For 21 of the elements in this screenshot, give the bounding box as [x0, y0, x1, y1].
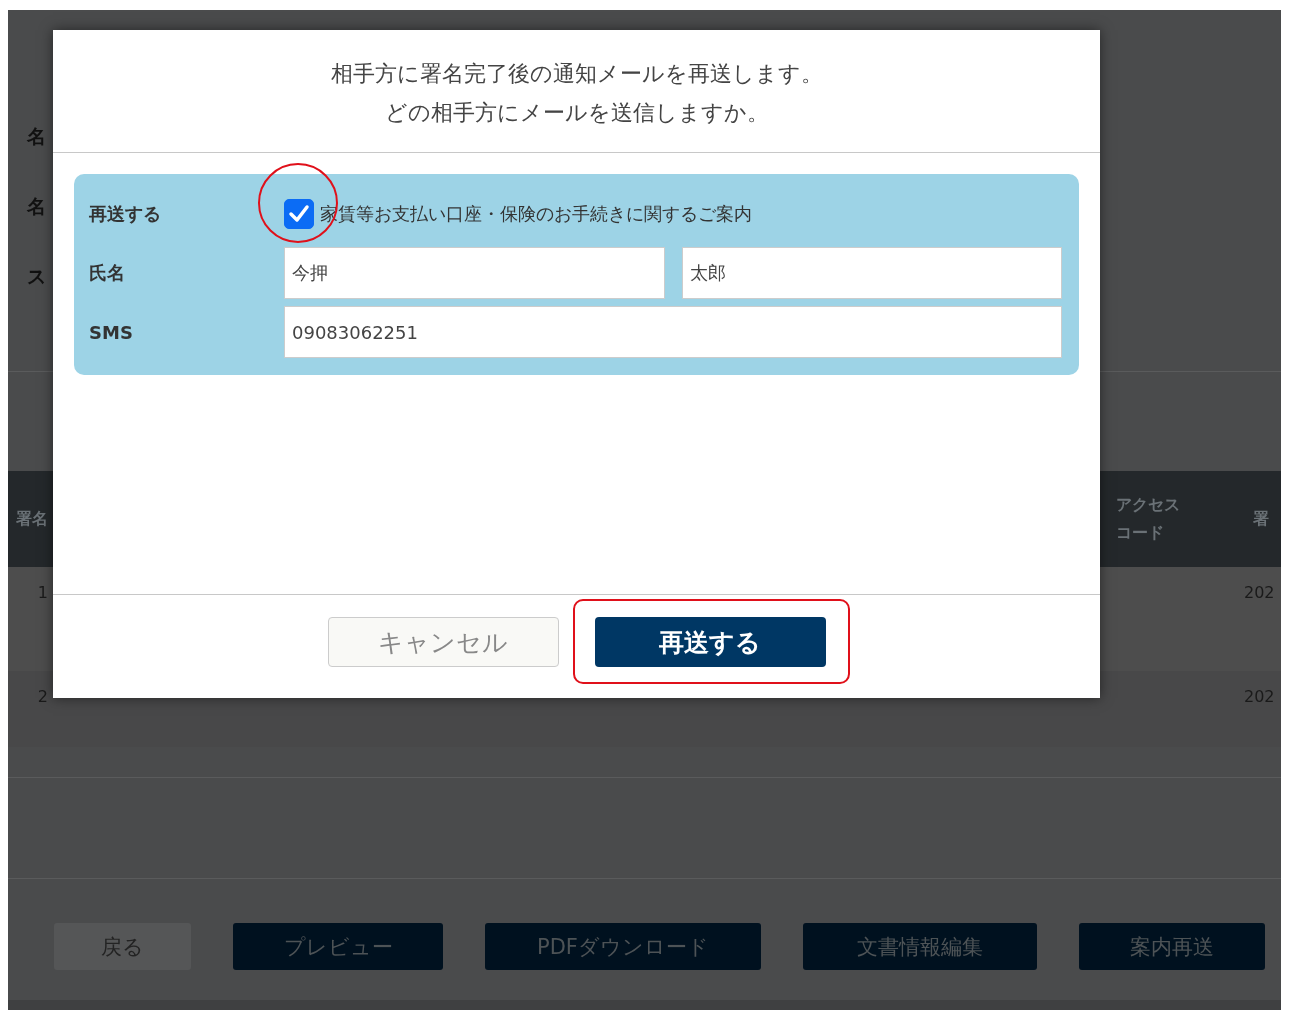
last-name-field[interactable]: 今押 [284, 247, 665, 299]
action-button[interactable]: 文書情報編集 [803, 923, 1037, 970]
cancel-button[interactable]: キャンセル [327, 617, 559, 667]
field-label: ス [27, 264, 46, 289]
first-name-field[interactable]: 太郎 [681, 247, 1062, 299]
checkbox[interactable] [284, 199, 314, 229]
action-button[interactable]: PDFダウンロード [485, 923, 761, 970]
field-label: SMS [89, 321, 134, 343]
field-label: 再送する [89, 202, 162, 226]
sms-field[interactable]: 09083062251 [284, 306, 1062, 358]
field-label: 名 [27, 124, 46, 149]
field-label: 名 [27, 194, 46, 219]
column-header: 署名 [15, 508, 48, 530]
resend-button[interactable]: 再送する [594, 617, 826, 667]
column-header: アクセスコード [1116, 494, 1181, 544]
action-button[interactable]: 案内再送 [1079, 923, 1265, 970]
field-label: 氏名 [89, 261, 126, 285]
action-button[interactable]: プレビュー [233, 923, 443, 970]
column-header: 署 [1252, 508, 1269, 530]
checkmark-icon [288, 203, 310, 225]
dialog-message: 相手方に署名完了後の通知メールを再送します。 どの相手方にメールを送信しますか。 [53, 30, 1100, 153]
